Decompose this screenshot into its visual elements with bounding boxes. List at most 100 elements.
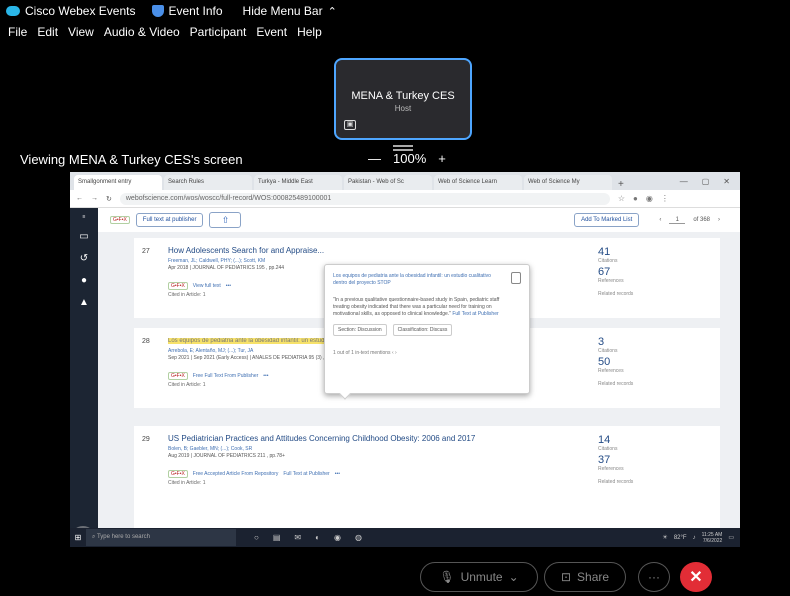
record-authors[interactable]: Freeman, JL; Caldwell, PHY; (...); Scott… [168,258,265,264]
resize-handle[interactable] [393,145,413,147]
record-authors[interactable]: Arrebola, E; Alentaño, MJ; (...); Tur, J… [168,348,253,354]
history-icon[interactable]: ↺ [70,253,98,264]
menu-event[interactable]: Event [256,25,287,39]
related-records-link[interactable]: Related records [598,479,708,485]
browser-tab[interactable]: Turkya - Middle East [254,175,342,190]
presenter-video-card[interactable]: MENA & Turkey CES Host ▣ [334,58,472,140]
edge-icon[interactable]: ◐ [315,533,320,542]
minimize-icon[interactable]: — [680,177,688,186]
webex-icon[interactable]: ◍ [355,533,362,542]
popover-title[interactable]: Los equipos de pediatria ante la obesida… [333,273,503,287]
close-icon[interactable]: ✕ [723,177,730,186]
browser-tab[interactable]: Pakistan - Web of Sc [344,175,432,190]
zoom-in-button[interactable]: + [438,151,446,166]
related-records-link[interactable]: Related records [598,291,708,297]
references-count[interactable]: 67 [598,266,708,278]
new-tab-icon[interactable]: + [618,179,624,190]
gfx-badge[interactable]: G•F•X [168,470,188,478]
hide-menu-bar-button[interactable]: Hide Menu Bar ⌃ [243,4,337,18]
related-records-link[interactable]: Related records [598,381,708,387]
volume-icon[interactable]: ♪ [693,535,696,541]
weather-icon[interactable]: ☀ [662,534,667,541]
menu-audio-video[interactable]: Audio & Video [104,25,180,39]
share-button[interactable]: ⊡ Share [544,562,626,592]
extension-icon[interactable]: ● [633,194,638,203]
menu-icon[interactable]: ≡ [70,214,98,220]
gfx-badge[interactable]: G•F•X [110,216,130,224]
full-text-link[interactable]: Full Text at Publisher [283,471,329,477]
notification-center-icon[interactable]: ▭ [728,534,734,541]
upload-icon[interactable]: ⇧ [209,212,242,228]
user-icon[interactable]: ● [70,275,98,286]
menu-file[interactable]: File [8,25,27,39]
menu-view[interactable]: View [68,25,94,39]
chevron-down-icon[interactable]: ⌄ [509,570,519,584]
notification-icon[interactable]: ▲ [70,297,98,308]
zoom-level: 100% [393,151,427,166]
full-text-publisher-button[interactable]: Full text at publisher [135,213,204,227]
bookmark-icon[interactable]: ☆ [618,194,625,203]
references-count[interactable]: 37 [598,454,708,466]
forward-icon[interactable]: → [91,195,98,202]
classification-tag[interactable]: Classification: Discuss [392,324,453,336]
full-text-link[interactable]: View full text [193,283,221,289]
browser-tab[interactable]: Search Rules [164,175,252,190]
menu-help[interactable]: Help [297,25,322,39]
file-explorer-icon[interactable]: ▤ [273,533,281,542]
section-tag[interactable]: Section: Discussion [333,324,387,336]
record-authors[interactable]: Bolen, B; Gaebler, MN; (...); Cook, SR [168,446,252,452]
references-count[interactable]: 50 [598,356,708,368]
repository-link[interactable]: Free Accepted Article From Repository [193,471,279,477]
back-icon[interactable]: ← [76,195,83,202]
url-field[interactable]: webofscience.com/wos/woscc/full-record/W… [119,192,610,205]
profile-icon[interactable]: ◉ [646,194,653,203]
citations-count[interactable]: 41 [598,246,708,258]
taskbar-search[interactable]: ⌕ Type here to search [86,529,236,546]
chrome-icon[interactable]: ◉ [334,533,341,542]
prev-page-icon[interactable]: ‹ [659,217,661,223]
mail-icon[interactable]: ✉ [294,533,301,542]
chevron-left-icon[interactable]: ‹ [392,350,394,356]
leave-meeting-button[interactable]: ✕ [680,562,712,592]
task-view-icon[interactable]: ○ [254,533,259,542]
chevron-right-icon[interactable]: › [395,350,397,356]
reload-icon[interactable]: ↻ [106,195,112,203]
popover-fulltext-link[interactable]: Full Text at Publisher [452,311,498,317]
page-number-input[interactable]: 1 [669,217,686,224]
citations-label: Citations [598,258,618,264]
menu-edit[interactable]: Edit [37,25,58,39]
citations-count[interactable]: 14 [598,434,708,446]
pagination: ‹ 1 of 368 › [659,217,720,224]
more-menu-icon[interactable]: ⋮ [661,194,669,203]
more-options-button[interactable]: ··· [638,562,670,592]
shield-icon [151,5,164,17]
browser-tab[interactable]: Web of Science Learn [434,175,522,190]
record-links: G•F•X Free Full Text From Publisher ••• [168,372,269,380]
folder-icon[interactable]: ▭ [70,231,98,242]
browser-tab[interactable]: Web of Science My [524,175,612,190]
record-metrics: 3 Citations 50 References Related record… [598,334,708,387]
gfx-badge[interactable]: G•F•X [168,282,188,290]
taskbar-clock[interactable]: 11:25 AM 7/6/2022 [702,532,723,544]
window-controls: — ▢ ✕ [680,177,740,186]
browser-tab[interactable]: Smallgonment entry [74,175,162,190]
maximize-icon[interactable]: ▢ [702,177,710,186]
more-options-icon[interactable]: ••• [335,471,340,477]
record-title-link[interactable]: US Pediatrician Practices and Attitudes … [168,434,475,443]
full-text-link[interactable]: Free Full Text From Publisher [193,373,258,379]
add-to-marked-list-button[interactable]: Add To Marked List [574,213,640,227]
record-title-link[interactable]: How Adolescents Search for and Appraise.… [168,246,324,255]
more-options-icon[interactable]: ••• [226,283,231,289]
citations-label: Citations [598,446,618,452]
menu-participant[interactable]: Participant [190,25,247,39]
more-options-icon[interactable]: ••• [263,373,268,379]
unmute-button[interactable]: 🎙 Unmute ⌄ [420,562,538,592]
gfx-badge[interactable]: G•F•X [168,372,188,380]
search-icon: ⌕ [92,534,96,540]
next-page-icon[interactable]: › [718,217,720,223]
bookmark-icon[interactable] [511,272,521,284]
windows-start-icon[interactable]: ⊞ [70,533,86,542]
citations-count[interactable]: 3 [598,336,708,348]
zoom-out-button[interactable]: — [368,151,381,166]
event-info-button[interactable]: Event Info [151,4,223,18]
